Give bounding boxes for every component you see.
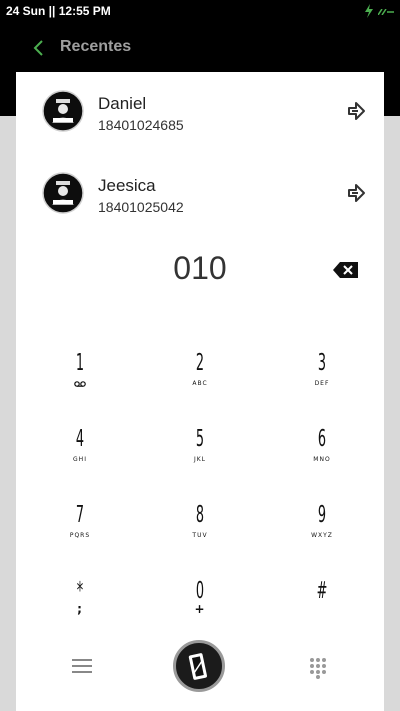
- backspace-icon[interactable]: [332, 260, 360, 280]
- key-digit: 9: [317, 502, 327, 528]
- key-letters: DEF: [314, 380, 330, 387]
- key-0[interactable]: 0 +: [150, 572, 250, 638]
- key-3[interactable]: 3 DEF: [272, 344, 372, 410]
- key-letters: ABC: [192, 380, 208, 387]
- call-button[interactable]: [173, 640, 225, 692]
- key-1[interactable]: 1: [30, 344, 130, 410]
- contact-number: 18401025042: [98, 199, 184, 215]
- key-digit: *: [76, 578, 84, 604]
- key-digit: 7: [75, 502, 85, 528]
- key-7[interactable]: 7 PQRS: [30, 496, 130, 562]
- key-digit: 1: [75, 350, 85, 376]
- key-digit: 0: [195, 578, 205, 604]
- contact-name: Daniel: [98, 94, 147, 113]
- key-digit: 5: [195, 426, 205, 452]
- charging-icon: [365, 4, 373, 18]
- key-9[interactable]: 9 WXYZ: [272, 496, 372, 562]
- contact-number: 18401024685: [98, 117, 184, 133]
- key-digit: 4: [75, 426, 85, 452]
- call-arrow-icon[interactable]: [346, 101, 366, 121]
- voicemail-icon: [74, 381, 86, 387]
- battery-icon: [378, 9, 394, 15]
- key-letters: GHI: [73, 456, 87, 463]
- contact-name: Jeesica: [98, 176, 156, 195]
- key-8[interactable]: 8 TUV: [150, 496, 250, 562]
- dialpad-icon[interactable]: [308, 657, 328, 679]
- key-letters: ;: [77, 602, 83, 616]
- key-letters: WXYZ: [311, 532, 333, 539]
- key-digit: 8: [195, 502, 205, 528]
- key-letters: +: [194, 602, 206, 616]
- key-letters: MNO: [313, 456, 331, 463]
- key-6[interactable]: 6 MNO: [272, 420, 372, 486]
- page-title: Recentes: [60, 38, 132, 55]
- key-2[interactable]: 2 ABC: [150, 344, 250, 410]
- key-hash[interactable]: #: [272, 572, 372, 638]
- contact-row-jeesica[interactable]: Jeesica 18401025042: [16, 154, 384, 232]
- contact-row-daniel[interactable]: Daniel 18401024685: [16, 72, 384, 150]
- key-letters: PQRS: [69, 532, 91, 539]
- key-5[interactable]: 5 JKL: [150, 420, 250, 486]
- key-letters: JKL: [193, 456, 207, 463]
- call-arrow-icon[interactable]: [346, 183, 366, 203]
- key-digit: 6: [317, 426, 327, 452]
- key-4[interactable]: 4 GHI: [30, 420, 130, 486]
- status-bar: 24 Sun || 12:55 PM: [0, 0, 400, 24]
- menu-icon[interactable]: [72, 658, 92, 674]
- avatar: [42, 90, 84, 132]
- status-time: 24 Sun || 12:55 PM: [6, 4, 111, 18]
- dialed-number[interactable]: 010: [16, 250, 384, 287]
- key-digit: 2: [195, 350, 205, 376]
- key-digit: #: [316, 578, 328, 604]
- key-star[interactable]: * ;: [30, 572, 130, 638]
- phone-call-icon: [188, 653, 207, 680]
- chevron-left-icon[interactable]: [28, 36, 50, 60]
- avatar: [42, 172, 84, 214]
- dialer-card: Daniel 18401024685 Jeesica 18401025042 0…: [16, 72, 384, 711]
- key-digit: 3: [317, 350, 327, 376]
- key-letters: TUV: [192, 532, 208, 539]
